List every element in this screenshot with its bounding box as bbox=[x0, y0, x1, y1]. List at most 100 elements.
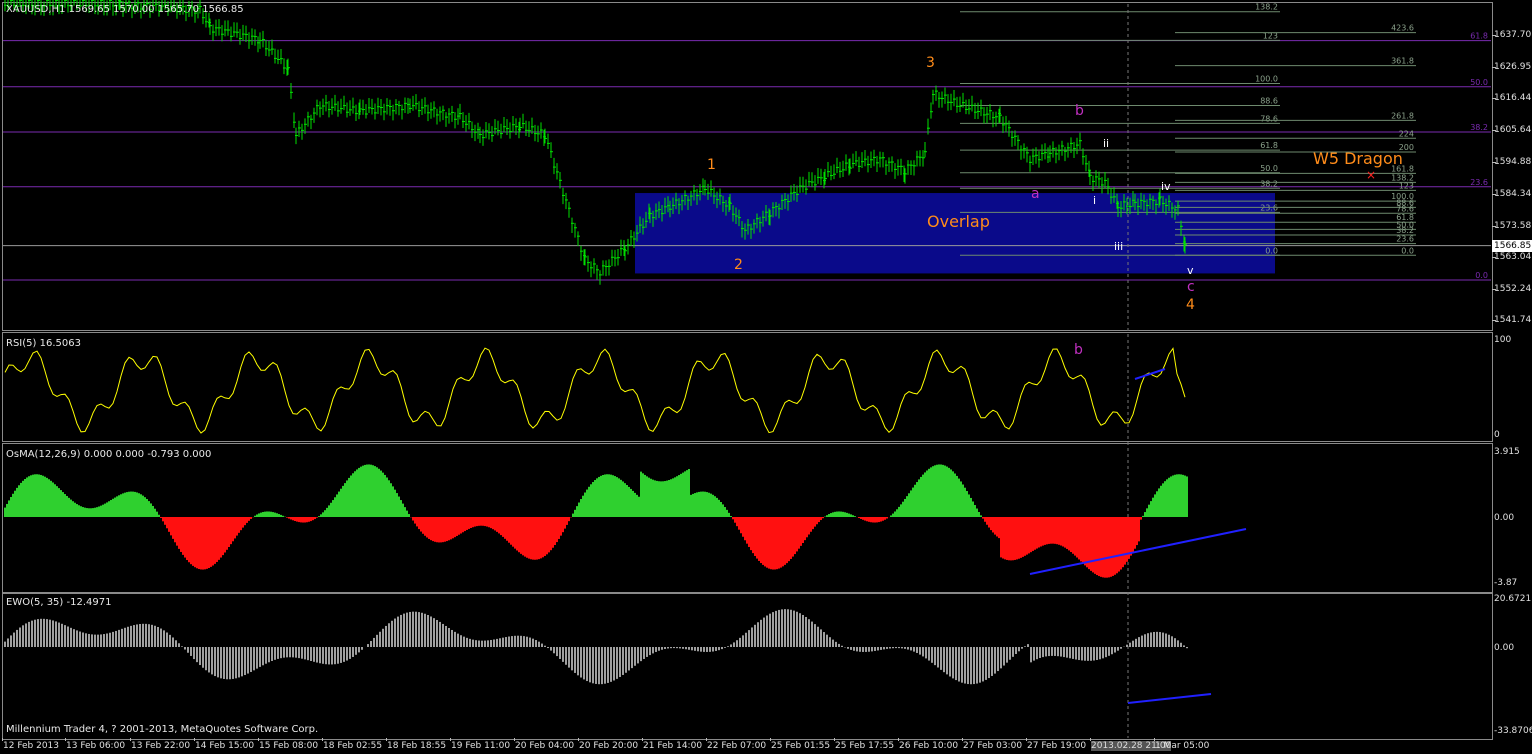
fib-retracement-label: 61.8 bbox=[1260, 141, 1278, 150]
time-axis-tick bbox=[322, 738, 323, 741]
time-axis-label: 21 Feb 14:00 bbox=[643, 741, 703, 751]
fib-expansion-label: 423.6 bbox=[1391, 24, 1414, 33]
rsi-axis-max: 100 bbox=[1494, 335, 1512, 345]
osma-axis-max: 3.915 bbox=[1494, 447, 1520, 457]
fib-retracement-label: 100.0 bbox=[1255, 74, 1278, 83]
time-axis-label: 26 Feb 10:00 bbox=[899, 741, 959, 751]
time-axis-tick bbox=[706, 738, 707, 741]
osma-axis-zero: 0.00 bbox=[1494, 513, 1515, 523]
price-axis-tick bbox=[1492, 34, 1496, 36]
fibo-level-label: 38.2 bbox=[1470, 123, 1488, 132]
overlap-zone bbox=[635, 193, 1275, 274]
fibo-level-label: 0.0 bbox=[1475, 271, 1488, 280]
fib-expansion-label: 0.0 bbox=[1401, 246, 1414, 255]
price-axis-tick bbox=[1492, 256, 1496, 258]
price-axis-label: 1616.44 bbox=[1494, 92, 1532, 103]
wave-label-4: 4 bbox=[1186, 297, 1195, 313]
price-axis-tick bbox=[1492, 130, 1496, 132]
ewo-axis-zero: 0.00 bbox=[1494, 643, 1515, 653]
time-axis-label: 27 Feb 19:00 bbox=[1027, 741, 1087, 751]
fib-retracement-label: 50.0 bbox=[1260, 164, 1278, 173]
current-price-tag: 1566.85 bbox=[1492, 239, 1532, 252]
time-axis-tick bbox=[770, 738, 771, 741]
rsi-wave-label-b: b bbox=[1074, 342, 1083, 358]
time-axis-tick bbox=[2, 738, 3, 741]
time-axis-label: 18 Feb 02:55 bbox=[323, 741, 383, 751]
time-axis-tick bbox=[65, 738, 66, 741]
price-axis-label: 1584.34 bbox=[1494, 188, 1532, 199]
wave-label-a: a bbox=[1031, 186, 1040, 202]
time-axis-tick bbox=[1154, 738, 1155, 741]
time-axis-label: 22 Feb 07:00 bbox=[707, 741, 767, 751]
time-axis-tick bbox=[258, 738, 259, 741]
w5-dragon-marker: × bbox=[1366, 168, 1377, 182]
fibo-level-label: 50.0 bbox=[1470, 78, 1488, 87]
copyright-text: Millennium Trader 4, ? 2001-2013, MetaQu… bbox=[6, 724, 319, 735]
wave-label-i: i bbox=[1093, 194, 1097, 207]
price-axis-label: 1573.58 bbox=[1494, 220, 1532, 231]
time-axis-tick bbox=[514, 738, 515, 741]
time-axis-label: 25 Feb 01:55 bbox=[771, 741, 831, 751]
rsi-axis-min: 0 bbox=[1494, 430, 1500, 440]
time-axis-tick bbox=[450, 738, 451, 741]
time-axis-label: 13 Feb 22:00 bbox=[131, 741, 191, 751]
time-axis: 12 Feb 2013 13 Feb 06:00 13 Feb 22:00 14 Fe… bbox=[0, 738, 1532, 754]
price-axis-tick bbox=[1492, 193, 1496, 195]
fib-retracement-label: 78.6 bbox=[1260, 114, 1278, 123]
ewo-axis-min: -33.8706 bbox=[1494, 726, 1532, 736]
price-axis-tick bbox=[1492, 289, 1496, 291]
rsi-axis: 100 0 bbox=[1492, 330, 1532, 442]
ewo-axis: 20.6721 0.00 -33.8706 bbox=[1492, 591, 1532, 738]
time-axis-label: 13 Feb 06:00 bbox=[66, 741, 126, 751]
price-axis-label: 1594.88 bbox=[1494, 157, 1532, 168]
wave-label-v: v bbox=[1187, 264, 1194, 277]
time-axis-tick bbox=[194, 738, 195, 741]
wave-label-1: 1 bbox=[707, 157, 716, 173]
time-axis-tick bbox=[1090, 738, 1091, 741]
fib-retracement-label: 88.6 bbox=[1260, 97, 1278, 106]
price-axis-label: 1637.70 bbox=[1494, 29, 1532, 40]
price-axis: 1637.70 1626.95 1616.44 1605.64 1594.88 1584.… bbox=[1492, 0, 1532, 330]
ewo-axis-max: 20.6721 bbox=[1494, 594, 1532, 604]
time-axis-tick bbox=[642, 738, 643, 741]
osma-axis-min: -3.87 bbox=[1494, 578, 1518, 588]
time-axis-tick bbox=[898, 738, 899, 741]
osma-axis: 3.915 0.00 -3.87 bbox=[1492, 441, 1532, 591]
wave-label-2: 2 bbox=[734, 257, 743, 273]
fib-retracement-label: 138.2 bbox=[1255, 3, 1278, 12]
price-axis-label: 1552.24 bbox=[1494, 284, 1532, 295]
price-axis-label: 1626.95 bbox=[1494, 61, 1532, 72]
fib-expansion-label: 261.8 bbox=[1391, 111, 1414, 120]
time-axis-label: 20 Feb 04:00 bbox=[515, 741, 575, 751]
rsi-title: RSI(5) 16.5063 bbox=[6, 338, 81, 349]
wave-label-iii: iii bbox=[1114, 240, 1124, 253]
time-axis-tick bbox=[834, 738, 835, 741]
fibo-level-label: 23.6 bbox=[1470, 178, 1488, 187]
wave-label-3: 3 bbox=[926, 55, 935, 71]
price-axis-label: 1563.04 bbox=[1494, 251, 1532, 262]
time-axis-tick bbox=[386, 738, 387, 741]
ewo-divergence-line bbox=[1127, 693, 1212, 704]
fib-expansion-label: 123 bbox=[1399, 181, 1414, 190]
wave-label-ii: ii bbox=[1103, 137, 1110, 150]
ewo-histogram bbox=[4, 609, 1188, 685]
symbol-title: XAUUSD,H1 1569.65 1570.00 1565.70 1566.8… bbox=[6, 4, 244, 15]
price-axis-tick bbox=[1492, 225, 1496, 227]
ewo-title: EWO(5, 35) -12.4971 bbox=[6, 597, 112, 608]
wave-label-b: b bbox=[1075, 103, 1084, 119]
wave-label-iv: iv bbox=[1161, 180, 1171, 193]
chart-canvas[interactable]: 61.850.038.223.60.0138.2123100.088.678.6… bbox=[0, 0, 1532, 754]
fib-retracement-label: 0.0 bbox=[1265, 246, 1278, 255]
rsi-line bbox=[4, 347, 1186, 434]
time-axis-label: 12 Feb 2013 bbox=[3, 741, 60, 751]
price-axis-tick bbox=[1492, 66, 1496, 68]
fib-retracement-label: 23.6 bbox=[1260, 203, 1278, 212]
time-axis-label: 25 Feb 17:55 bbox=[835, 741, 895, 751]
time-axis-tick bbox=[578, 738, 579, 741]
time-axis-label: 27 Feb 03:00 bbox=[963, 741, 1023, 751]
fib-retracement-label: 38.2 bbox=[1260, 179, 1278, 188]
fib-expansion-label: 23.6 bbox=[1396, 235, 1414, 244]
time-axis-label: 19 Feb 11:00 bbox=[451, 741, 511, 751]
time-axis-label: 20 Feb 20:00 bbox=[579, 741, 639, 751]
price-axis-tick bbox=[1492, 162, 1496, 164]
